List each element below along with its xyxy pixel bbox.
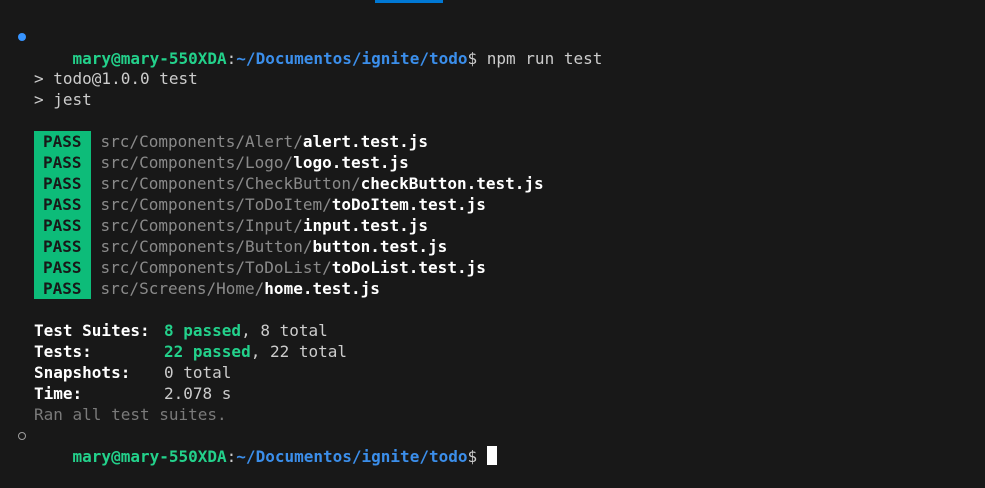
test-file: home.test.js bbox=[264, 279, 380, 298]
prompt-path: ~/Documentos/ignite/todo bbox=[236, 49, 468, 68]
test-dir: src/Components/CheckButton/ bbox=[100, 174, 361, 193]
test-result-row: PASS src/Components/ToDoList/toDoList.tes… bbox=[34, 257, 486, 278]
test-dir: src/Components/Input/ bbox=[100, 216, 303, 235]
summary-value: 2.078 s bbox=[164, 384, 232, 403]
test-file: input.test.js bbox=[302, 216, 429, 235]
summary-label: Snapshots: bbox=[34, 363, 131, 382]
summary-label: Test Suites: bbox=[34, 321, 150, 340]
summary-label: Tests: bbox=[34, 342, 92, 361]
summary-passed: 8 passed bbox=[164, 321, 242, 340]
test-file: alert.test.js bbox=[302, 132, 429, 151]
pass-badge: PASS bbox=[34, 215, 91, 236]
ran-all-message: Ran all test suites. bbox=[34, 405, 227, 424]
prompt-user-host: mary@mary-550XDA bbox=[72, 49, 227, 68]
prompt-line-1: mary@mary-550XDA:~/Documentos/ignite/tod… bbox=[34, 27, 603, 68]
test-result-row: PASS src/Components/Button/button.test.js bbox=[34, 236, 447, 257]
summary-label: Time: bbox=[34, 384, 83, 403]
test-result-row: PASS src/Components/Alert/alert.test.js bbox=[34, 131, 428, 152]
pass-badge: PASS bbox=[34, 194, 91, 215]
test-dir: src/Components/Logo/ bbox=[100, 153, 294, 172]
test-file: toDoItem.test.js bbox=[331, 195, 486, 214]
test-result-row: PASS src/Components/Logo/logo.test.js bbox=[34, 152, 409, 173]
pass-badge: PASS bbox=[34, 278, 91, 299]
prompt-colon: : bbox=[226, 447, 237, 466]
summary-time: Time: 2.078 s bbox=[34, 383, 231, 404]
test-file: button.test.js bbox=[312, 237, 448, 256]
test-result-row: PASS src/Screens/Home/home.test.js bbox=[34, 278, 380, 299]
summary-value: 0 total bbox=[164, 363, 232, 382]
prompt-dollar: $ bbox=[467, 447, 478, 466]
pass-badge: PASS bbox=[34, 173, 91, 194]
test-dir: src/Components/Alert/ bbox=[100, 132, 303, 151]
command-text: npm run test bbox=[486, 49, 603, 68]
pass-badge: PASS bbox=[34, 152, 91, 173]
test-result-row: PASS src/Components/Input/input.test.js bbox=[34, 215, 428, 236]
summary-total: , 8 total bbox=[241, 321, 328, 340]
pass-badge: PASS bbox=[34, 236, 91, 257]
terminal-panel[interactable]: mary@mary-550XDA:~/Documentos/ignite/tod… bbox=[0, 0, 985, 466]
summary-passed: 22 passed bbox=[164, 342, 251, 361]
test-result-row: PASS src/Components/ToDoItem/toDoItem.tes… bbox=[34, 194, 486, 215]
test-dir: src/Components/ToDoList/ bbox=[100, 258, 332, 277]
summary-suites: Test Suites: 8 passed, 8 total bbox=[34, 320, 328, 341]
prompt-line-2[interactable]: mary@mary-550XDA:~/Documentos/ignite/tod… bbox=[34, 425, 498, 466]
active-tab-indicator bbox=[375, 0, 443, 3]
test-file: toDoList.test.js bbox=[331, 258, 486, 277]
summary-snapshots: Snapshots: 0 total bbox=[34, 362, 231, 383]
prompt-path: ~/Documentos/ignite/todo bbox=[236, 447, 468, 466]
pass-badge: PASS bbox=[34, 257, 91, 278]
command-pending-decoration-icon[interactable] bbox=[18, 432, 26, 440]
script-line: > jest bbox=[34, 90, 92, 109]
test-file: logo.test.js bbox=[293, 153, 409, 172]
test-dir: src/Components/ToDoItem/ bbox=[100, 195, 332, 214]
test-dir: src/Screens/Home/ bbox=[100, 279, 265, 298]
command-success-decoration-icon[interactable] bbox=[18, 33, 26, 41]
test-result-row: PASS src/Components/CheckButton/checkButt… bbox=[34, 173, 544, 194]
summary-total: , 22 total bbox=[250, 342, 348, 361]
test-file: checkButton.test.js bbox=[360, 174, 544, 193]
script-line: > todo@1.0.0 test bbox=[34, 69, 198, 88]
prompt-colon: : bbox=[226, 49, 237, 68]
terminal-cursor[interactable] bbox=[487, 446, 498, 465]
prompt-user-host: mary@mary-550XDA bbox=[72, 447, 227, 466]
summary-tests: Tests: 22 passed, 22 total bbox=[34, 341, 347, 362]
test-dir: src/Components/Button/ bbox=[100, 237, 313, 256]
prompt-dollar: $ bbox=[467, 49, 478, 68]
pass-badge: PASS bbox=[34, 131, 91, 152]
